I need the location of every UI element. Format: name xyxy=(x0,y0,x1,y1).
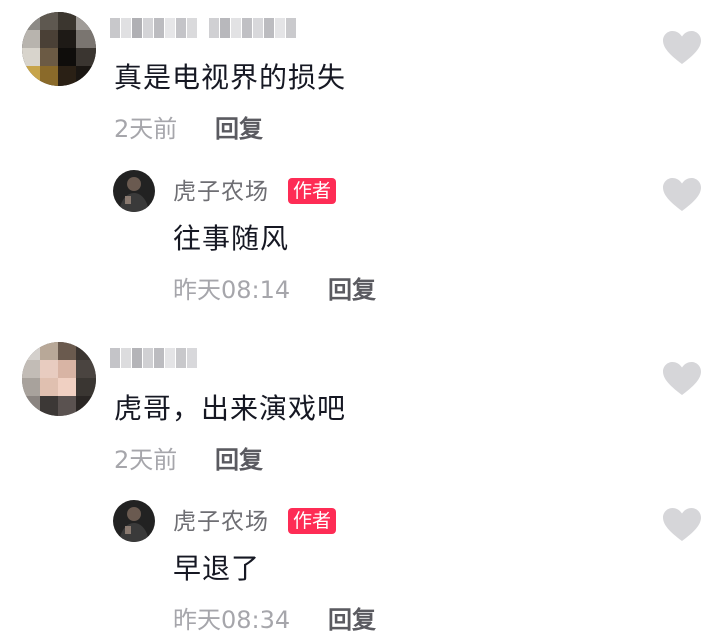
comment-text: 虎哥，出来演戏吧 xyxy=(114,392,347,425)
reply-button[interactable]: 回复 xyxy=(215,445,263,475)
author-name[interactable]: 虎子农场 xyxy=(173,178,269,206)
heart-icon[interactable] xyxy=(662,177,702,213)
heart-icon[interactable] xyxy=(662,30,702,66)
avatar-image xyxy=(22,342,96,416)
commenter-name-blurred[interactable] xyxy=(110,18,296,38)
comment-time: 2天前 xyxy=(114,446,178,474)
avatar-image xyxy=(22,12,96,86)
comment-time: 2天前 xyxy=(114,115,178,143)
reply-time: 昨天08:14 xyxy=(173,276,291,304)
commenter-avatar[interactable] xyxy=(22,12,96,86)
author-badge: 作者 xyxy=(288,178,337,204)
author-avatar[interactable] xyxy=(113,170,155,212)
author-name[interactable]: 虎子农场 xyxy=(173,508,269,536)
author-badge: 作者 xyxy=(288,508,337,534)
avatar-image xyxy=(113,170,155,212)
reply-button[interactable]: 回复 xyxy=(328,605,376,635)
avatar-image xyxy=(113,500,155,542)
author-avatar[interactable] xyxy=(113,500,155,542)
heart-icon[interactable] xyxy=(662,507,702,543)
comment-text: 真是电视界的损失 xyxy=(114,61,347,94)
reply-text: 早退了 xyxy=(173,552,261,585)
commenter-avatar[interactable] xyxy=(22,342,96,416)
reply-button[interactable]: 回复 xyxy=(328,275,376,305)
reply-button[interactable]: 回复 xyxy=(215,114,263,144)
commenter-name-blurred[interactable] xyxy=(110,348,197,368)
heart-icon[interactable] xyxy=(662,361,702,397)
reply-text: 往事随风 xyxy=(173,222,290,255)
reply-time: 昨天08:34 xyxy=(173,606,291,634)
